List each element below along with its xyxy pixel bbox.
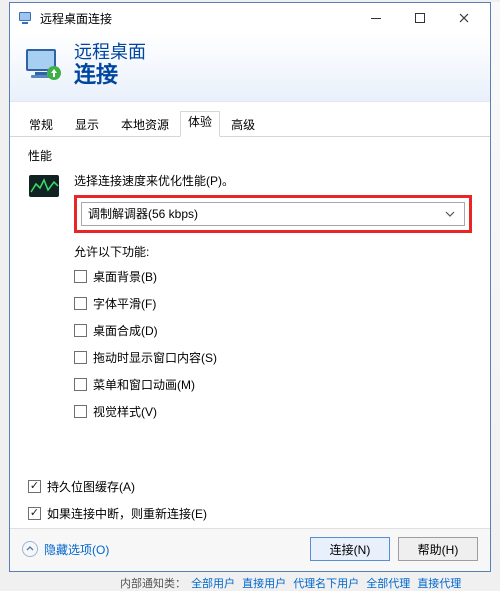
status-link-direct-users[interactable]: 直接用户 [242, 578, 286, 590]
checkbox-icon [74, 405, 87, 418]
minimize-button[interactable] [354, 4, 398, 32]
allow-label: 允许以下功能: [74, 243, 472, 260]
check-label: 字体平滑(F) [93, 295, 156, 312]
close-button[interactable] [442, 4, 486, 32]
titlebar-title: 远程桌面连接 [40, 10, 354, 27]
header-line1: 远程桌面 [74, 43, 146, 63]
check-desktop-composition[interactable]: 桌面合成(D) [74, 322, 472, 339]
check-font-smoothing[interactable]: 字体平滑(F) [74, 295, 472, 312]
checkbox-icon [74, 297, 87, 310]
tab-local-resources[interactable]: 本地资源 [110, 111, 180, 137]
app-icon [18, 10, 34, 26]
checkbox-icon [74, 270, 87, 283]
check-visual-styles[interactable]: 视觉样式(V) [74, 403, 472, 420]
header-line2: 连接 [74, 63, 146, 87]
checkbox-checked-icon [28, 507, 41, 520]
checkbox-icon [74, 378, 87, 391]
check-bitmap-cache[interactable]: 持久位图缓存(A) [28, 478, 472, 495]
status-link-direct-agents[interactable]: 直接代理 [417, 578, 461, 590]
check-reconnect[interactable]: 如果连接中断，则重新连接(E) [28, 505, 472, 522]
tab-strip: 常规 显示 本地资源 体验 高级 [10, 102, 490, 137]
perf-prompt: 选择连接速度来优化性能(P)。 [74, 172, 472, 189]
performance-icon [28, 174, 60, 198]
help-button[interactable]: 帮助(H) [398, 537, 478, 561]
maximize-button[interactable] [398, 4, 442, 32]
connection-speed-combo[interactable]: 调制解调器(56 kbps) [81, 202, 465, 226]
chevron-down-icon [442, 203, 458, 225]
tab-experience[interactable]: 体验 [180, 111, 220, 137]
checkbox-icon [74, 351, 87, 364]
check-label: 桌面背景(B) [93, 268, 157, 285]
feature-checklist: 桌面背景(B) 字体平滑(F) 桌面合成(D) 拖动时显示窗口内容(S) [74, 268, 472, 420]
chevron-up-icon [22, 541, 38, 557]
checkbox-icon [74, 324, 87, 337]
tab-general[interactable]: 常规 [18, 111, 64, 137]
group-performance-label: 性能 [28, 147, 472, 164]
bottom-options: 持久位图缓存(A) 如果连接中断，则重新连接(E) [10, 478, 490, 528]
status-link-all-users[interactable]: 全部用户 [191, 578, 235, 590]
check-label: 拖动时显示窗口内容(S) [93, 349, 217, 366]
window-controls [354, 4, 486, 32]
tab-advanced[interactable]: 高级 [220, 111, 266, 137]
monitor-icon [24, 47, 64, 83]
status-link-agent-users[interactable]: 代理名下用户 [293, 578, 359, 590]
connection-speed-value: 调制解调器(56 kbps) [88, 205, 198, 222]
status-label: 内部通知类： [120, 578, 186, 590]
header-text: 远程桌面 连接 [74, 43, 146, 87]
rdc-window: 远程桌面连接 远程桌面 连接 常规 显示 本地资源 体验 高级 [9, 2, 491, 572]
connect-button[interactable]: 连接(N) [310, 537, 390, 561]
hide-options-label: 隐藏选项(O) [44, 541, 109, 558]
check-show-drag[interactable]: 拖动时显示窗口内容(S) [74, 349, 472, 366]
check-menu-anim[interactable]: 菜单和窗口动画(M) [74, 376, 472, 393]
check-label: 持久位图缓存(A) [47, 478, 135, 495]
check-label: 桌面合成(D) [93, 322, 158, 339]
tab-content: 性能 选择连接速度来优化性能(P)。 调制解调器(56 kbps) [10, 137, 490, 478]
titlebar: 远程桌面连接 [10, 3, 490, 33]
check-desktop-bg[interactable]: 桌面背景(B) [74, 268, 472, 285]
footer: 隐藏选项(O) 连接(N) 帮助(H) [10, 528, 490, 571]
hide-options-link[interactable]: 隐藏选项(O) [22, 541, 302, 558]
tab-display[interactable]: 显示 [64, 111, 110, 137]
check-label: 视觉样式(V) [93, 403, 157, 420]
check-label: 如果连接中断，则重新连接(E) [47, 505, 207, 522]
checkbox-checked-icon [28, 480, 41, 493]
check-label: 菜单和窗口动画(M) [93, 376, 195, 393]
header-banner: 远程桌面 连接 [10, 33, 490, 102]
speed-combo-highlight: 调制解调器(56 kbps) [74, 195, 472, 233]
status-link-all-agents[interactable]: 全部代理 [366, 578, 410, 590]
